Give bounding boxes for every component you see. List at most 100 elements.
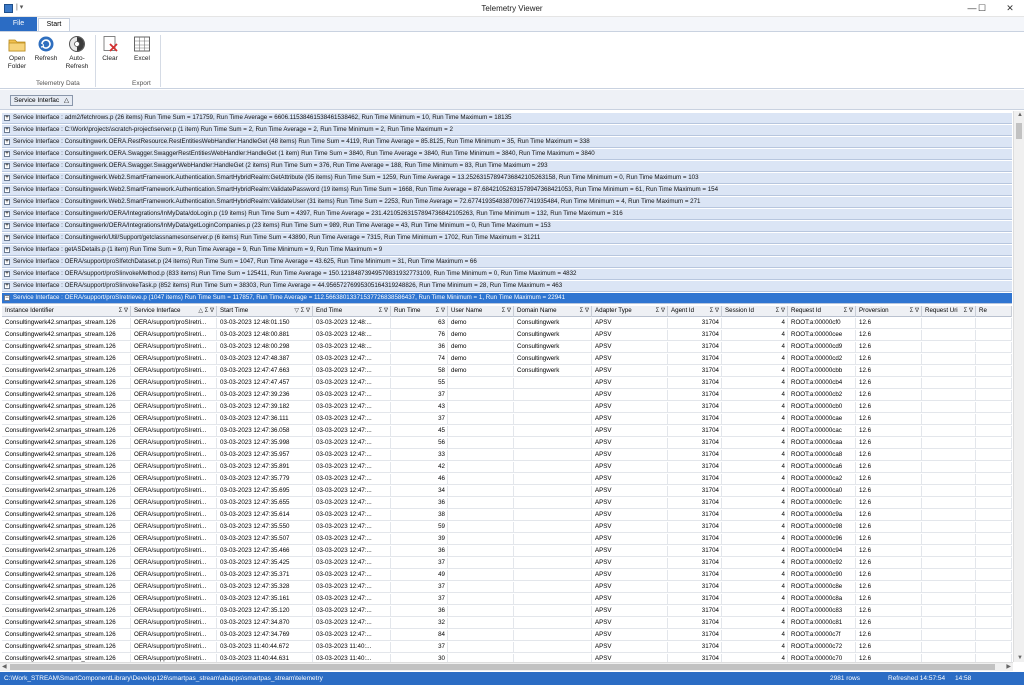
expand-icon[interactable]: + (4, 175, 10, 181)
expand-icon[interactable]: + (4, 211, 10, 217)
column-filter-icon[interactable]: Σ ∇ (379, 306, 388, 316)
expand-icon[interactable]: + (4, 247, 10, 253)
table-row[interactable]: Consultingwerk42.smartpas_stream.126OERA… (2, 366, 1012, 377)
quick-access-toolbar[interactable]: | ▾ (16, 3, 23, 11)
table-row[interactable]: Consultingwerk42.smartpas_stream.126OERA… (2, 354, 1012, 365)
group-row[interactable]: + Service Interface : Consultingwerk.Web2… (2, 185, 1012, 196)
group-row[interactable]: + Service Interface : Consultingwerk/OERA… (2, 221, 1012, 232)
table-row[interactable]: Consultingwerk42.smartpas_stream.126OERA… (2, 618, 1012, 629)
table-row[interactable]: Consultingwerk42.smartpas_stream.126OERA… (2, 450, 1012, 461)
table-row[interactable]: Consultingwerk42.smartpas_stream.126OERA… (2, 534, 1012, 545)
group-row[interactable]: + Service Interface : OERA/support/proSIf… (2, 257, 1012, 268)
column-filter-icon[interactable]: Σ ∇ (119, 306, 128, 316)
column-filter-icon[interactable]: Σ ∇ (580, 306, 589, 316)
expand-icon[interactable]: + (4, 223, 10, 229)
column-header-service-interface[interactable]: Service Interface △ Σ ∇ (131, 306, 217, 317)
column-header-proversion[interactable]: Proversion Σ ∇ (856, 306, 922, 317)
column-header-domain-name[interactable]: Domain Name Σ ∇ (514, 306, 592, 317)
table-row[interactable]: Consultingwerk42.smartpas_stream.126OERA… (2, 630, 1012, 641)
auto-refresh-button[interactable]: Auto- Refresh (62, 35, 92, 71)
column-header-user-name[interactable]: User Name Σ ∇ (448, 306, 514, 317)
column-filter-icon[interactable]: Σ ∇ (710, 306, 719, 316)
expand-icon[interactable]: + (4, 187, 10, 193)
table-row[interactable]: Consultingwerk42.smartpas_stream.126OERA… (2, 522, 1012, 533)
group-row[interactable]: + Service Interface : getASDetails.p (1 i… (2, 245, 1012, 256)
group-row[interactable]: + Service Interface : Consultingwerk/Util… (2, 233, 1012, 244)
tab-start[interactable]: Start (38, 18, 70, 31)
column-filter-icon[interactable]: Σ ∇ (776, 306, 785, 316)
column-filter-icon[interactable]: Σ ∇ (910, 306, 919, 316)
column-header-instance-identifier[interactable]: Instance Identifier Σ ∇ (2, 306, 131, 317)
group-row[interactable]: + Service Interface : Consultingwerk.OERA… (2, 149, 1012, 160)
horizontal-scroll-thumb[interactable] (10, 664, 995, 670)
column-header-agent-id[interactable]: Agent Id Σ ∇ (668, 306, 722, 317)
table-row[interactable]: Consultingwerk42.smartpas_stream.126OERA… (2, 402, 1012, 413)
group-row[interactable]: + Service Interface : adm2/fetchrows.p (2… (2, 113, 1012, 124)
column-filter-icon[interactable]: Σ ∇ (964, 306, 973, 316)
expand-icon[interactable]: + (4, 139, 10, 145)
group-row[interactable]: + Service Interface : OERA/support/proSIi… (2, 281, 1012, 292)
expand-icon[interactable]: + (4, 271, 10, 277)
table-row[interactable]: Consultingwerk42.smartpas_stream.126OERA… (2, 426, 1012, 437)
scroll-right-icon[interactable]: ▶ (1006, 663, 1011, 670)
group-row[interactable]: + Service Interface : Consultingwerk.OERA… (2, 161, 1012, 172)
column-header-request-uri[interactable]: Request Uri Σ ∇ (922, 306, 976, 317)
table-row[interactable]: Consultingwerk42.smartpas_stream.126OERA… (2, 642, 1012, 653)
table-row[interactable]: Consultingwerk42.smartpas_stream.126OERA… (2, 474, 1012, 485)
open-folder-button[interactable]: Open Folder (3, 35, 31, 71)
expand-icon[interactable]: + (4, 151, 10, 157)
table-row[interactable]: Consultingwerk42.smartpas_stream.126OERA… (2, 498, 1012, 509)
table-row[interactable]: Consultingwerk42.smartpas_stream.126OERA… (2, 438, 1012, 449)
table-row[interactable]: Consultingwerk42.smartpas_stream.126OERA… (2, 594, 1012, 605)
clear-button[interactable]: Clear (98, 35, 122, 63)
column-header-adapter-type[interactable]: Adapter Type Σ ∇ (592, 306, 668, 317)
column-header-re[interactable]: Re (976, 306, 1012, 317)
group-row[interactable]: + Service Interface : C:\Work\projects\sc… (2, 125, 1012, 136)
table-row[interactable]: Consultingwerk42.smartpas_stream.126OERA… (2, 546, 1012, 557)
column-header-run-time[interactable]: Run Time Σ ∇ (391, 306, 448, 317)
vertical-scroll-thumb[interactable] (1016, 123, 1022, 139)
excel-export-button[interactable]: Excel (130, 35, 154, 63)
table-row[interactable]: Consultingwerk42.smartpas_stream.126OERA… (2, 330, 1012, 341)
column-filter-icon[interactable]: Σ ∇ (502, 306, 511, 316)
column-filter-icon[interactable]: ▽ Σ ∇ (294, 306, 310, 316)
column-header-request-id[interactable]: Request Id Σ ∇ (788, 306, 856, 317)
table-row[interactable]: Consultingwerk42.smartpas_stream.126OERA… (2, 342, 1012, 353)
column-header-start-time[interactable]: Start Time ▽ Σ ∇ (217, 306, 313, 317)
tab-file[interactable]: File (0, 17, 37, 31)
horizontal-scrollbar[interactable]: ◀ ▶ (0, 662, 1013, 671)
group-row[interactable]: + Service Interface : Consultingwerk.Web2… (2, 173, 1012, 184)
group-row[interactable]: − Service Interface : OERA/support/proSIr… (2, 293, 1012, 304)
table-row[interactable]: Consultingwerk42.smartpas_stream.126OERA… (2, 318, 1012, 329)
column-filter-icon[interactable]: Σ ∇ (656, 306, 665, 316)
table-row[interactable]: Consultingwerk42.smartpas_stream.126OERA… (2, 462, 1012, 473)
expand-icon[interactable]: + (4, 259, 10, 265)
column-header-end-time[interactable]: End Time Σ ∇ (313, 306, 391, 317)
table-row[interactable]: Consultingwerk42.smartpas_stream.126OERA… (2, 486, 1012, 497)
expand-icon[interactable]: + (4, 283, 10, 289)
group-row[interactable]: + Service Interface : OERA/support/proSIi… (2, 269, 1012, 280)
table-row[interactable]: Consultingwerk42.smartpas_stream.126OERA… (2, 558, 1012, 569)
column-filter-icon[interactable]: Σ ∇ (844, 306, 853, 316)
expand-icon[interactable]: + (4, 235, 10, 241)
table-row[interactable]: Consultingwerk42.smartpas_stream.126OERA… (2, 378, 1012, 389)
expand-icon[interactable]: + (4, 115, 10, 121)
column-filter-icon[interactable]: Σ ∇ (436, 306, 445, 316)
expand-icon[interactable]: + (4, 127, 10, 133)
close-button[interactable]: ✕ (996, 0, 1024, 17)
scroll-down-icon[interactable]: ▼ (1017, 655, 1023, 661)
table-row[interactable]: Consultingwerk42.smartpas_stream.126OERA… (2, 510, 1012, 521)
scroll-left-icon[interactable]: ◀ (2, 663, 7, 670)
table-row[interactable]: Consultingwerk42.smartpas_stream.126OERA… (2, 606, 1012, 617)
group-row[interactable]: + Service Interface : Consultingwerk/OERA… (2, 209, 1012, 220)
expand-icon[interactable]: + (4, 163, 10, 169)
group-row[interactable]: + Service Interface : Consultingwerk.Web2… (2, 197, 1012, 208)
group-by-chip[interactable]: Service Interfac △ (10, 95, 73, 106)
refresh-button[interactable]: Refresh (32, 35, 60, 63)
column-header-session-id[interactable]: Session Id Σ ∇ (722, 306, 788, 317)
table-row[interactable]: Consultingwerk42.smartpas_stream.126OERA… (2, 570, 1012, 581)
maximize-button[interactable]: ☐ (968, 0, 996, 17)
expand-icon[interactable]: + (4, 199, 10, 205)
table-row[interactable]: Consultingwerk42.smartpas_stream.126OERA… (2, 414, 1012, 425)
scroll-up-icon[interactable]: ▲ (1017, 112, 1023, 118)
